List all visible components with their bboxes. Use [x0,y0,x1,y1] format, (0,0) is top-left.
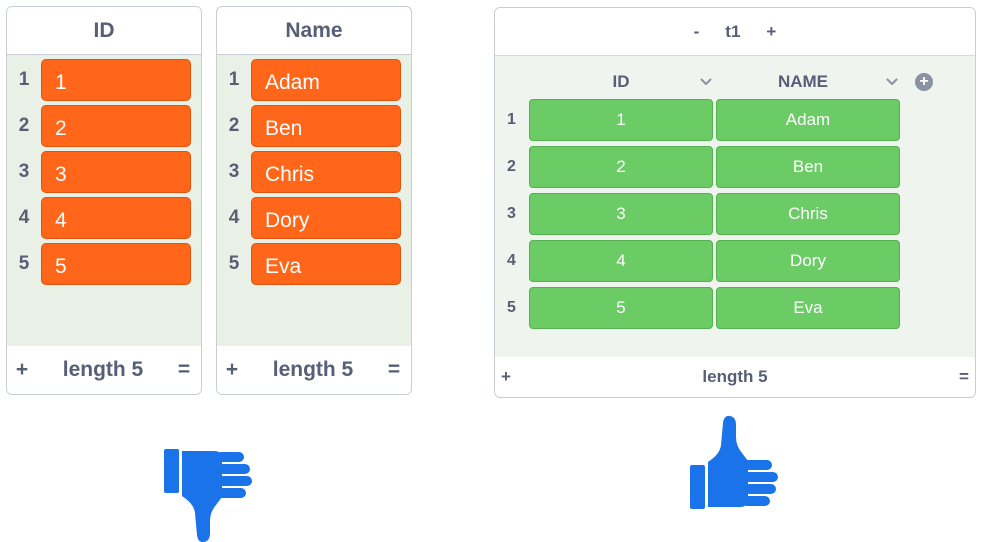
list-item-value[interactable]: Dory [251,197,401,239]
table-cell[interactable]: Chris [716,193,900,235]
table-row: 4 4 Dory [495,240,975,282]
list-index: 2 [228,115,240,136]
list-item: 2 Ben [217,105,411,147]
resize-handle[interactable]: = [385,358,403,382]
list-item: 3 3 [7,151,201,193]
table-row: 1 1 Adam [495,99,975,141]
resize-handle[interactable]: = [959,367,969,387]
remove-table-button[interactable]: - [694,22,700,42]
list-length: length 5 [62,358,144,381]
row-index: 5 [507,299,516,316]
table-cell[interactable]: 1 [529,99,713,141]
chevron-down-icon[interactable] [695,66,717,98]
table-cell[interactable]: 5 [529,287,713,329]
list-index: 3 [228,161,240,182]
list-item: 5 Eva [217,243,411,285]
list-item-value[interactable]: 2 [41,105,191,147]
list-item-value[interactable]: 4 [41,197,191,239]
list-header: ID [7,7,201,55]
list-item-value[interactable]: Adam [251,59,401,101]
list-item: 2 2 [7,105,201,147]
resize-handle[interactable]: = [175,358,193,382]
list-index: 1 [228,69,240,90]
list-item-value[interactable]: 3 [41,151,191,193]
table-name: t1 [725,21,741,41]
list-item: 5 5 [7,243,201,285]
list-index: 5 [18,253,30,274]
list-body: 1 Adam 2 Ben 3 Chris 4 Dory 5 Eva [217,55,411,346]
row-index: 1 [507,111,516,128]
row-index: 4 [507,252,516,269]
list-length: length 5 [272,358,354,381]
table-row: 3 3 Chris [495,193,975,235]
list-item-value[interactable]: Eva [251,243,401,285]
add-row-button[interactable]: + [501,367,511,387]
list-index: 2 [18,115,30,136]
thumbs-down-icon [164,449,252,542]
list-item: 1 1 [7,59,201,101]
table-monitor: - t1 + ID NAME + 1 1 Adam 2 2 Ben 3 3 Ch… [494,7,976,398]
row-index: 2 [507,158,516,175]
table-cell[interactable]: 2 [529,146,713,188]
row-index: 3 [507,205,516,222]
add-table-button[interactable]: + [766,22,776,42]
add-item-button[interactable]: + [223,358,241,382]
id-list-monitor: ID 1 1 2 2 3 3 4 4 5 5 + length 5 = [6,6,202,395]
list-item-value[interactable]: 1 [41,59,191,101]
table-cell[interactable]: Dory [716,240,900,282]
thumbs-up-icon [690,415,778,509]
list-header: Name [217,7,411,55]
column-header-id[interactable]: ID [529,64,713,100]
table-cell[interactable]: Ben [716,146,900,188]
list-item: 1 Adam [217,59,411,101]
list-footer: + length 5 = [217,346,411,394]
table-footer: + length 5 = [495,357,975,397]
table-cell[interactable]: 3 [529,193,713,235]
table-cell[interactable]: 4 [529,240,713,282]
table-row: 2 2 Ben [495,146,975,188]
list-footer: + length 5 = [7,346,201,394]
list-item-value[interactable]: 5 [41,243,191,285]
list-item: 4 4 [7,197,201,239]
table-row: 5 5 Eva [495,287,975,329]
list-index: 5 [228,253,240,274]
list-body: 1 1 2 2 3 3 4 4 5 5 [7,55,201,346]
list-item: 3 Chris [217,151,411,193]
add-item-button[interactable]: + [13,358,31,382]
name-list-monitor: Name 1 Adam 2 Ben 3 Chris 4 Dory 5 Eva +… [216,6,412,395]
list-item-value[interactable]: Ben [251,105,401,147]
list-index: 3 [18,161,30,182]
table-title-bar: - t1 + [495,8,975,56]
list-index: 1 [18,69,30,90]
list-item-value[interactable]: Chris [251,151,401,193]
table-cell[interactable]: Eva [716,287,900,329]
column-header-name[interactable]: NAME [716,64,890,100]
add-column-icon[interactable]: + [915,73,933,91]
table-length: length 5 [702,367,768,386]
table-cell[interactable]: Adam [716,99,900,141]
chevron-down-icon[interactable] [881,66,903,98]
list-index: 4 [228,207,240,228]
list-index: 4 [18,207,30,228]
list-item: 4 Dory [217,197,411,239]
